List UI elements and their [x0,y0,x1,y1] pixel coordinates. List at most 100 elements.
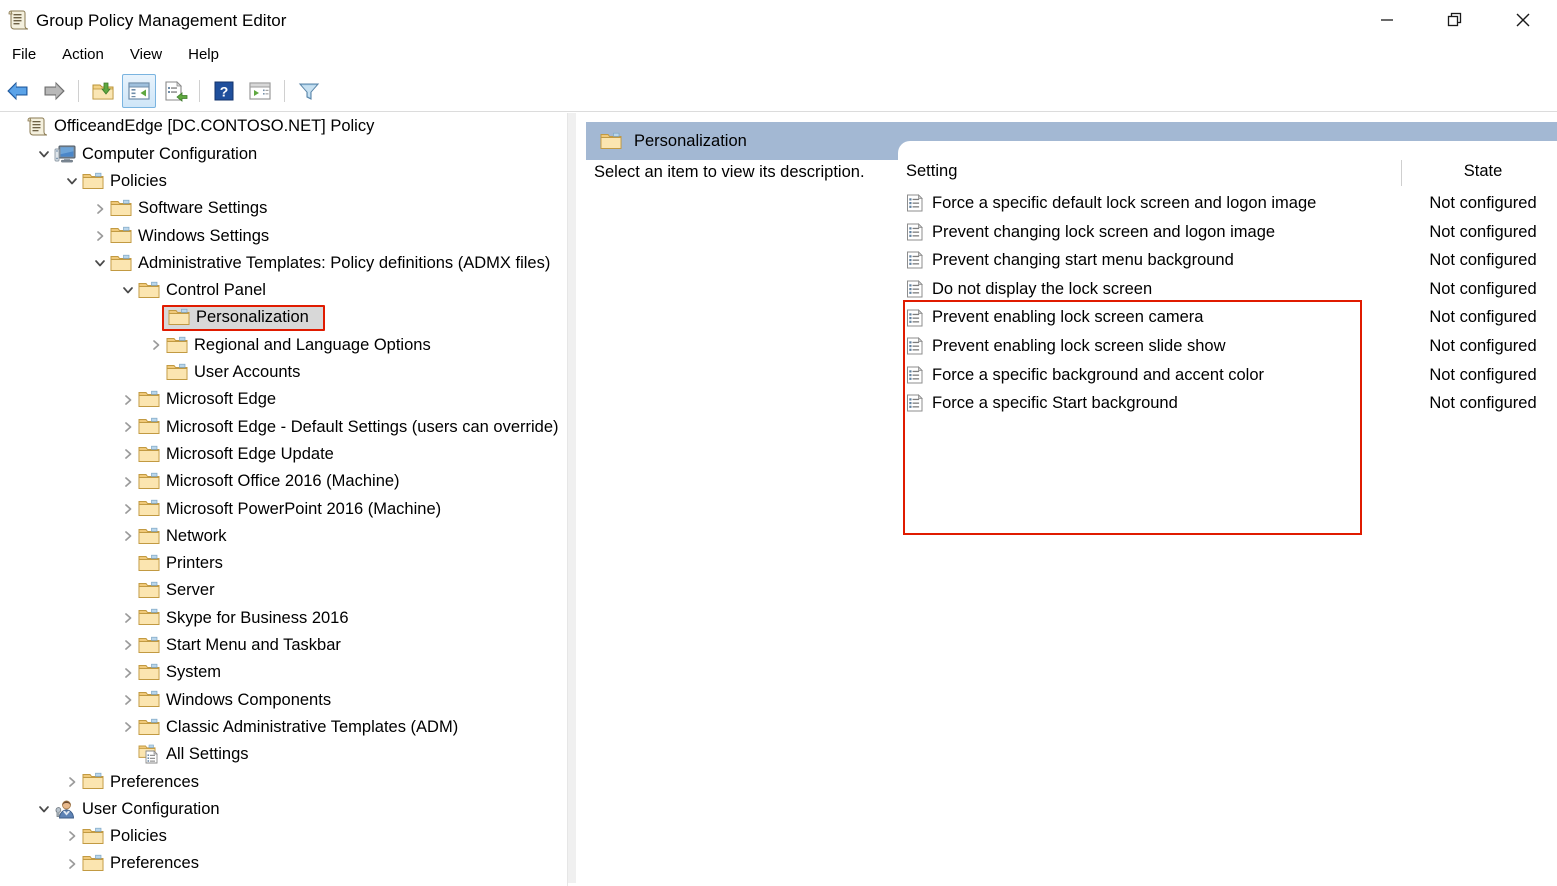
tree-node-printers[interactable]: Printers [0,550,577,577]
tree-node-network[interactable]: Network [0,522,577,549]
tree-node-all-settings[interactable]: All Settings [0,741,577,768]
chevron-right-icon[interactable] [62,854,82,874]
tree-node-content: Microsoft PowerPoint 2016 (Machine) [138,499,441,519]
setting-state: Not configured [1418,224,1548,241]
filter-button[interactable] [292,74,326,108]
folder-icon [82,854,104,874]
chevron-right-icon[interactable] [146,335,166,355]
chevron-right-icon[interactable] [118,444,138,464]
tree-node-preferences[interactable]: Preferences [0,768,577,795]
chevron-right-icon[interactable] [118,690,138,710]
tree-node-system[interactable]: System [0,659,577,686]
tree-node-microsoft-edge-default-settings-users-can-override[interactable]: Microsoft Edge - Default Settings (users… [0,413,577,440]
chevron-down-icon[interactable] [34,144,54,164]
tree-node-windows-settings[interactable]: Windows Settings [0,222,577,249]
tree-node-policies[interactable]: Policies [0,823,577,850]
table-row[interactable]: Prevent enabling lock screen slide showN… [898,332,1557,361]
tree-node-microsoft-edge-update[interactable]: Microsoft Edge Update [0,441,577,468]
show-action-pane-button[interactable] [243,74,277,108]
column-header-setting[interactable]: Setting [906,162,957,181]
chevron-right-icon[interactable] [118,608,138,628]
tree-node-software-settings[interactable]: Software Settings [0,195,577,222]
menu-item-help[interactable]: Help [176,44,231,65]
tree-node-label: Printers [166,555,223,572]
tree-node-regional-and-language-options[interactable]: Regional and Language Options [0,331,577,358]
tree-node-policies[interactable]: Policies [0,168,577,195]
tree-node-microsoft-powerpoint-2016-machine[interactable]: Microsoft PowerPoint 2016 (Machine) [0,495,577,522]
table-row[interactable]: Do not display the lock screenNot config… [898,275,1557,304]
tree-scrollbar-thumb[interactable] [568,113,576,883]
console-tree-pane[interactable]: OfficeandEdge [DC.CONTOSO.NET] PolicyCom… [0,113,578,886]
chevron-right-icon[interactable] [62,826,82,846]
chevron-right-icon[interactable] [118,526,138,546]
tree-node-skype-for-business-2016[interactable]: Skype for Business 2016 [0,604,577,631]
tree-node-control-panel[interactable]: Control Panel [0,277,577,304]
tree-node-label: System [166,664,221,681]
close-button[interactable] [1489,0,1557,40]
group-policy-management-editor-window: Group Policy Management Editor File Acti [0,0,1557,886]
folder-icon [138,280,160,300]
tree-node-start-menu-and-taskbar[interactable]: Start Menu and Taskbar [0,632,577,659]
chevron-right-icon[interactable] [118,663,138,683]
chevron-right-icon[interactable] [62,772,82,792]
tree-node-label: Administrative Templates: Policy definit… [138,255,550,272]
column-divider[interactable] [1401,160,1402,186]
folder-icon [110,199,132,219]
table-row[interactable]: Force a specific Start backgroundNot con… [898,389,1557,418]
tree-node-preferences[interactable]: Preferences [0,850,577,877]
tree-node-user-configuration[interactable]: User Configuration [0,795,577,822]
tree-node-administrative-templates-policy-definitions-admx-files[interactable]: Administrative Templates: Policy definit… [0,249,577,276]
chevron-right-icon[interactable] [118,390,138,410]
setting-name: Force a specific background and accent c… [932,367,1264,384]
header-notch [898,141,1557,160]
forward-button[interactable] [37,74,71,108]
tree-node-windows-components[interactable]: Windows Components [0,686,577,713]
tree-node-user-accounts[interactable]: User Accounts [0,359,577,386]
chevron-right-icon[interactable] [118,472,138,492]
table-row[interactable]: Prevent changing start menu backgroundNo… [898,246,1557,275]
chevron-right-icon[interactable] [90,226,110,246]
chevron-right-icon[interactable] [118,635,138,655]
table-row[interactable]: Force a specific default lock screen and… [898,189,1557,218]
minimize-button[interactable] [1353,0,1421,40]
setting-name: Prevent changing start menu background [932,252,1234,269]
table-row[interactable]: Force a specific background and accent c… [898,361,1557,390]
column-header-state[interactable]: State [1418,162,1548,181]
back-button[interactable] [1,74,35,108]
tree-node-computer-configuration[interactable]: Computer Configuration [0,140,577,167]
tree-node-microsoft-office-2016-machine[interactable]: Microsoft Office 2016 (Machine) [0,468,577,495]
chevron-down-icon[interactable] [62,171,82,191]
title-bar: Group Policy Management Editor [0,0,1557,40]
setting-state: Not configured [1418,195,1548,212]
folder-icon [110,253,132,273]
restore-button[interactable] [1421,0,1489,40]
tree-node-personalization[interactable]: Personalization [0,304,577,331]
chevron-down-icon[interactable] [90,253,110,273]
tree-node-server[interactable]: Server [0,577,577,604]
tree-node-officeandedge-dc-contoso-net-policy[interactable]: OfficeandEdge [DC.CONTOSO.NET] Policy [0,113,577,140]
chevron-right-icon[interactable] [118,417,138,437]
help-button[interactable]: ? [207,74,241,108]
tree-scrollbar[interactable] [567,113,577,886]
menu-item-file[interactable]: File [0,44,48,65]
up-one-level-button[interactable] [86,74,120,108]
menu-item-view[interactable]: View [118,44,174,65]
tree-node-classic-administrative-templates-adm[interactable]: Classic Administrative Templates (ADM) [0,714,577,741]
chevron-right-icon[interactable] [118,717,138,737]
tree-node-label: Personalization [196,309,309,326]
table-row[interactable]: Prevent enabling lock screen cameraNot c… [898,303,1557,332]
tree-node-label: Microsoft Edge - Default Settings (users… [166,419,559,436]
toolbar-separator-1 [78,80,79,102]
chevron-down-icon[interactable] [118,280,138,300]
show-hide-console-tree-button[interactable] [122,74,156,108]
setting-name: Prevent changing lock screen and logon i… [932,224,1275,241]
pane-splitter[interactable] [578,113,586,886]
chevron-right-icon[interactable] [90,199,110,219]
chevron-down-icon[interactable] [34,799,54,819]
table-row[interactable]: Prevent changing lock screen and logon i… [898,218,1557,247]
chevron-right-icon[interactable] [118,499,138,519]
export-list-button[interactable] [158,74,192,108]
menu-item-action[interactable]: Action [50,44,116,65]
window-controls [1353,0,1557,40]
tree-node-microsoft-edge[interactable]: Microsoft Edge [0,386,577,413]
